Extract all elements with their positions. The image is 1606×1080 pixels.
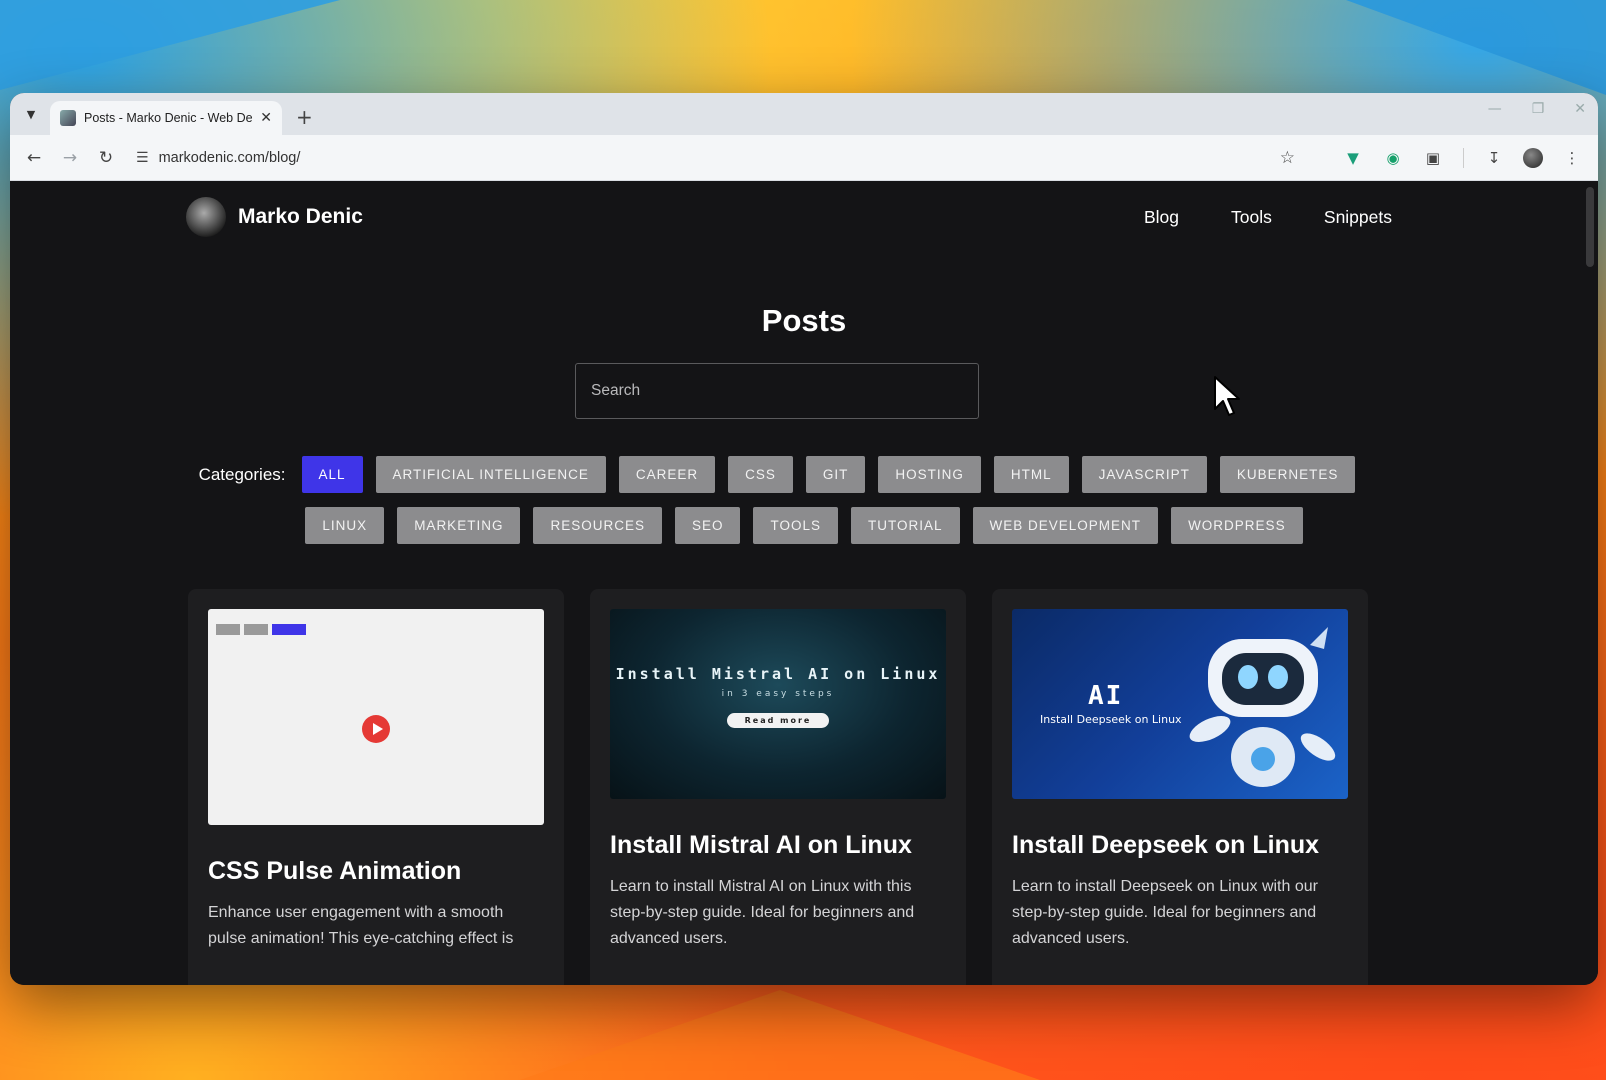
web-page: Marko Denic Blog Tools Snippets Posts Ca… xyxy=(10,181,1598,985)
thumbnail-read-more: Read more xyxy=(726,713,830,728)
category-css[interactable]: CSS xyxy=(728,456,793,493)
forward-icon[interactable]: → xyxy=(56,144,84,172)
wallpaper-shape xyxy=(1346,0,1606,95)
toolbar-divider xyxy=(1463,147,1464,168)
post-description: Learn to install Deepseek on Linux with … xyxy=(1012,878,1318,947)
category-tutorial[interactable]: TUTORIAL xyxy=(851,507,960,544)
search-input[interactable] xyxy=(575,363,979,419)
wallpaper-shape xyxy=(0,0,340,90)
reload-icon[interactable]: ↻ xyxy=(92,144,120,172)
thumbnail-buttons xyxy=(216,624,306,635)
post-card[interactable]: CSS Pulse Animation Enhance user engagem… xyxy=(188,589,564,985)
thumbnail-subtitle: in 3 easy steps xyxy=(721,689,835,699)
category-html[interactable]: HTML xyxy=(993,456,1069,493)
url-text[interactable]: markodenic.com/blog/ xyxy=(159,150,1270,166)
minimize-icon[interactable]: — xyxy=(1488,101,1502,117)
category-web-development[interactable]: WEB DEVELOPMENT xyxy=(972,507,1159,544)
grammarly-icon[interactable]: ◉ xyxy=(1382,147,1404,169)
window-close-icon[interactable]: ✕ xyxy=(1574,101,1586,117)
nav-tools[interactable]: Tools xyxy=(1231,207,1272,228)
thumbnail-subtitle: Install Deepseek on Linux xyxy=(1040,713,1182,726)
avatar[interactable] xyxy=(186,197,226,237)
restore-icon[interactable]: ❐ xyxy=(1532,101,1545,117)
nav-snippets[interactable]: Snippets xyxy=(1324,207,1392,228)
profile-avatar-icon[interactable] xyxy=(1523,147,1543,168)
category-kubernetes[interactable]: KUBERNETES xyxy=(1219,456,1356,493)
post-title[interactable]: Install Mistral AI on Linux xyxy=(610,831,946,860)
mouse-cursor-icon xyxy=(1214,376,1240,416)
thumbnail-title: AI xyxy=(1088,681,1124,711)
category-tools[interactable]: TOOLS xyxy=(753,507,839,544)
category-javascript[interactable]: JAVASCRIPT xyxy=(1081,456,1207,493)
category-linux[interactable]: LINUX xyxy=(305,507,385,544)
post-thumbnail[interactable]: Install Mistral AI on Linux in 3 easy st… xyxy=(610,609,946,799)
play-icon[interactable] xyxy=(362,715,390,743)
new-tab-icon[interactable]: + xyxy=(296,107,313,127)
bookmark-star-icon[interactable]: ☆ xyxy=(1280,148,1295,168)
browser-toolbar: ← → ↻ ☰ markodenic.com/blog/ ☆ ▼ ◉ ▣ ↧ ⋮ xyxy=(10,135,1598,181)
back-icon[interactable]: ← xyxy=(20,144,48,172)
address-bar[interactable]: ☰ markodenic.com/blog/ ☆ xyxy=(128,140,1329,175)
scrollbar[interactable] xyxy=(1586,187,1594,267)
wallpaper-shape xyxy=(520,990,1040,1080)
post-card[interactable]: AI Install Deepseek on Linux Install Dee… xyxy=(992,589,1368,985)
thumbnail-title: Install Mistral AI on Linux xyxy=(615,665,941,683)
site-brand[interactable]: Marko Denic xyxy=(238,205,363,229)
category-git[interactable]: GIT xyxy=(805,456,866,493)
site-header: Marko Denic Blog Tools Snippets xyxy=(186,195,1392,239)
close-icon[interactable]: ✕ xyxy=(260,110,272,126)
download-icon[interactable]: ↧ xyxy=(1483,147,1505,169)
menu-kebab-icon[interactable]: ⋮ xyxy=(1561,147,1583,169)
robot-icon xyxy=(1189,627,1336,787)
category-marketing[interactable]: MARKETING xyxy=(397,507,521,544)
tab-search-icon[interactable]: ▼ xyxy=(20,103,42,125)
category-artificial-intelligence[interactable]: ARTIFICIAL INTELLIGENCE xyxy=(375,456,606,493)
post-title[interactable]: Install Deepseek on Linux xyxy=(1012,831,1348,860)
category-row: LINUX MARKETING RESOURCES SEO TOOLS TUTO… xyxy=(10,507,1598,544)
tab-title: Posts - Marko Denic - Web Dev xyxy=(84,111,253,125)
category-hosting[interactable]: HOSTING xyxy=(878,456,981,493)
post-card[interactable]: Install Mistral AI on Linux in 3 easy st… xyxy=(590,589,966,985)
category-wordpress[interactable]: WORDPRESS xyxy=(1171,507,1303,544)
nav-blog[interactable]: Blog xyxy=(1144,207,1179,228)
post-thumbnail[interactable] xyxy=(208,609,544,825)
vue-devtools-icon[interactable]: ▼ xyxy=(1342,147,1364,169)
favicon-icon xyxy=(60,110,76,126)
post-thumbnail[interactable]: AI Install Deepseek on Linux xyxy=(1012,609,1348,799)
tab-strip: ▼ Posts - Marko Denic - Web Dev ✕ + — ❐ … xyxy=(10,93,1598,135)
category-resources[interactable]: RESOURCES xyxy=(533,507,662,544)
post-description: Enhance user engagement with a smooth pu… xyxy=(208,904,514,947)
window-controls: — ❐ ✕ xyxy=(1488,101,1586,117)
browser-tab[interactable]: Posts - Marko Denic - Web Dev ✕ xyxy=(50,101,282,135)
category-filter: Categories: ALL ARTIFICIAL INTELLIGENCE … xyxy=(10,456,1598,558)
post-title[interactable]: CSS Pulse Animation xyxy=(208,857,544,886)
page-title: Posts xyxy=(761,303,847,338)
category-career[interactable]: CAREER xyxy=(618,456,716,493)
browser-window: ▼ Posts - Marko Denic - Web Dev ✕ + — ❐ … xyxy=(10,93,1598,985)
post-grid: CSS Pulse Animation Enhance user engagem… xyxy=(188,589,1368,985)
extensions-icon[interactable]: ▣ xyxy=(1422,147,1444,169)
site-nav: Blog Tools Snippets xyxy=(1144,207,1392,228)
post-description: Learn to install Mistral AI on Linux wit… xyxy=(610,878,915,947)
category-row: Categories: ALL ARTIFICIAL INTELLIGENCE … xyxy=(10,456,1598,493)
categories-label: Categories: xyxy=(198,464,286,484)
category-seo[interactable]: SEO xyxy=(674,507,741,544)
site-info-icon[interactable]: ☰ xyxy=(136,150,149,166)
category-all[interactable]: ALL xyxy=(301,456,363,493)
